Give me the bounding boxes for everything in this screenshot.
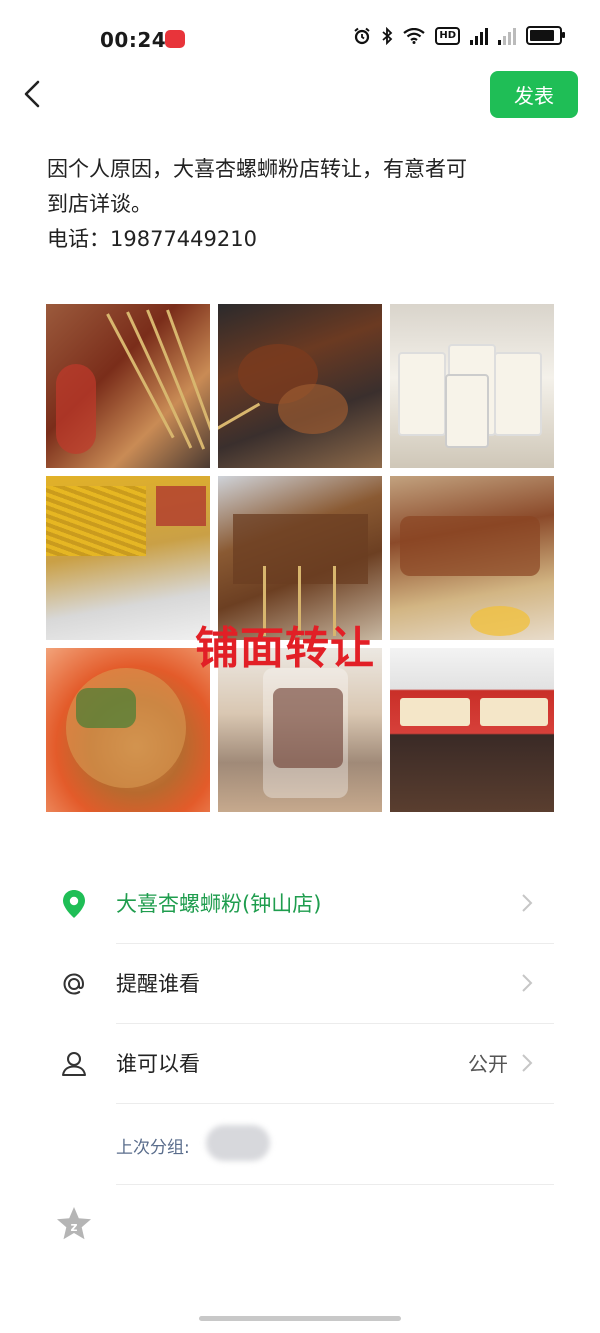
image-watermark-text: 铺面转让 [195, 623, 375, 674]
chevron-right-icon [522, 974, 533, 992]
divider [116, 1103, 554, 1104]
remind-label: 提醒谁看 [116, 972, 200, 996]
publish-button[interactable]: 发表 [490, 71, 578, 118]
bluetooth-icon [382, 26, 393, 45]
status-icons: HD [353, 26, 565, 45]
image-grid [46, 304, 554, 812]
last-group-label[interactable]: 上次分组: [116, 1133, 190, 1158]
visibility-value: 公开 [468, 1052, 508, 1076]
wifi-icon [403, 27, 426, 44]
hd-icon: HD [435, 26, 460, 45]
post-text[interactable]: 因个人原因，大喜杏螺蛳粉店转让，有意者可 到店详谈。 电话：1987744921… [47, 152, 552, 257]
visibility-label: 谁可以看 [116, 1052, 200, 1076]
post-line: 因个人原因，大喜杏螺蛳粉店转让，有意者可 [47, 157, 467, 181]
app-notification-icon [165, 30, 185, 48]
star-icon[interactable]: z [54, 1204, 94, 1244]
divider [116, 1184, 554, 1185]
photo-thumbnail-grilled-meat[interactable] [218, 304, 382, 468]
chevron-right-icon [522, 1054, 533, 1072]
chevron-right-icon [522, 894, 533, 912]
signal-weak-icon [498, 27, 516, 45]
battery-icon [526, 26, 565, 45]
back-arrow-icon[interactable] [18, 78, 48, 110]
photo-thumbnail-storefront[interactable] [390, 648, 554, 812]
location-label: 大喜杏螺蛳粉(钟山店) [116, 892, 322, 916]
last-group-value-blurred[interactable] [206, 1125, 270, 1161]
status-time: 00:24 [100, 28, 167, 52]
photo-thumbnail-snail-noodles[interactable] [46, 648, 210, 812]
at-sign-icon [63, 973, 85, 995]
alarm-icon [354, 27, 370, 44]
post-line: 到店详谈。 [47, 192, 152, 216]
photo-thumbnail-skewers[interactable] [46, 304, 210, 468]
visibility-row[interactable]: 谁可以看 公开 [0, 1024, 600, 1104]
home-indicator[interactable] [199, 1316, 401, 1321]
person-icon [62, 1052, 86, 1076]
photo-thumbnail-fries[interactable] [46, 476, 210, 640]
location-row[interactable]: 大喜杏螺蛳粉(钟山店) [0, 864, 600, 944]
photo-thumbnail-chicken-skewers[interactable] [390, 476, 554, 640]
svg-text:z: z [71, 1220, 78, 1234]
signal-strong-icon [470, 27, 488, 45]
photo-thumbnail-milk-tea[interactable] [390, 304, 554, 468]
remind-row[interactable]: 提醒谁看 [0, 944, 600, 1024]
status-bar: 00:24 HD [0, 0, 600, 80]
post-phone-line: 电话：19877449210 [47, 227, 257, 251]
location-pin-icon [63, 890, 85, 918]
